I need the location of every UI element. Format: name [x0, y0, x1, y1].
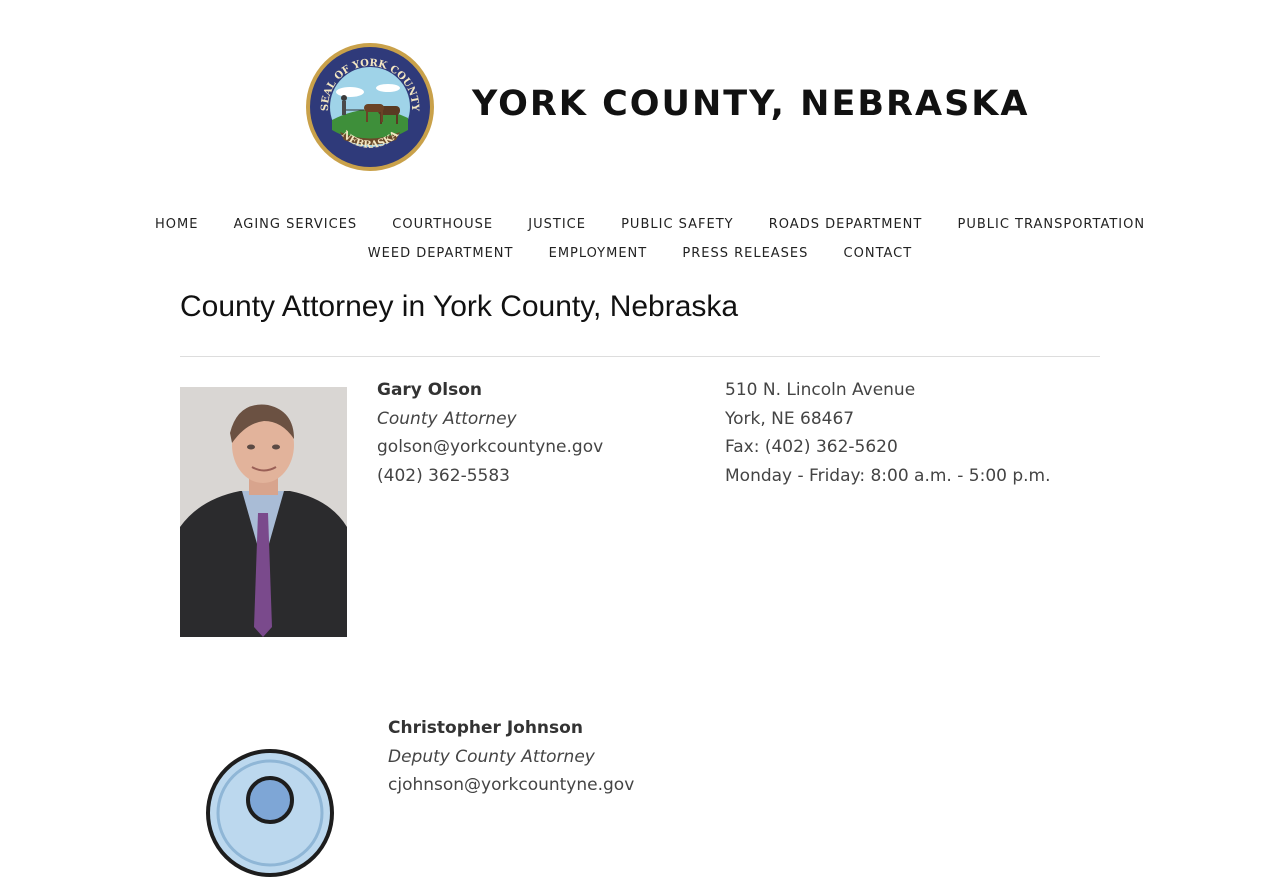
placeholder-avatar-icon — [205, 748, 335, 878]
nav-row-1: HOME AGING SERVICES COURTHOUSE JUSTICE P… — [140, 210, 1144, 239]
nav-item-aging-services[interactable]: AGING SERVICES — [234, 217, 358, 232]
county-seal-logo[interactable]: SEAL OF YORK COUNTY NEBRASKA — [300, 40, 440, 175]
nav-item-weed-department[interactable]: WEED DEPARTMENT — [368, 246, 514, 261]
contact-phone: (402) 362-5583 — [377, 465, 510, 486]
nav-item-courthouse[interactable]: COURTHOUSE — [392, 217, 493, 232]
contact-email-link[interactable]: golson@yorkcountyne.gov — [377, 437, 603, 457]
nav-row-2: WEED DEPARTMENT EMPLOYMENT PRESS RELEASE… — [140, 239, 1140, 268]
main-nav: HOME AGING SERVICES COURTHOUSE JUSTICE P… — [140, 210, 1144, 268]
gary-olson-photo — [180, 387, 347, 637]
site-header: SEAL OF YORK COUNTY NEBRASKA YORK COUNTY… — [300, 40, 1028, 180]
contact-name: Gary Olson — [377, 380, 482, 400]
nav-item-employment[interactable]: EMPLOYMENT — [549, 246, 648, 261]
contact-role: County Attorney — [377, 408, 517, 429]
nav-item-roads-department[interactable]: ROADS DEPARTMENT — [769, 217, 923, 232]
title-divider — [180, 356, 1100, 357]
nav-item-contact[interactable]: CONTACT — [844, 246, 913, 261]
nav-item-home[interactable]: HOME — [155, 217, 198, 232]
nav-item-press-releases[interactable]: PRESS RELEASES — [682, 246, 808, 261]
contact-role: Deputy County Attorney — [388, 746, 595, 767]
contact-email-link[interactable]: cjohnson@yorkcountyne.gov — [388, 775, 634, 795]
nav-item-public-transportation[interactable]: PUBLIC TRANSPORTATION — [957, 217, 1145, 232]
contact-name: Christopher Johnson — [388, 718, 583, 738]
office-address-block: 510 N. Lincoln Avenue York, NE 68467 Fax… — [725, 376, 1051, 490]
nav-item-public-safety[interactable]: PUBLIC SAFETY — [621, 217, 734, 232]
office-city: York, NE 68467 — [725, 408, 855, 429]
page-title: County Attorney in York County, Nebraska — [180, 290, 739, 323]
office-street: 510 N. Lincoln Avenue — [725, 380, 916, 400]
contact-card-christopher-johnson: Christopher Johnson Deputy County Attorn… — [388, 714, 634, 800]
contact-card-gary-olson: Gary Olson County Attorney golson@yorkco… — [377, 376, 603, 490]
nav-item-justice[interactable]: JUSTICE — [528, 217, 586, 232]
office-hours: Monday - Friday: 8:00 a.m. - 5:00 p.m. — [725, 465, 1051, 486]
site-title[interactable]: YORK COUNTY, NEBRASKA — [472, 84, 1030, 124]
office-fax: Fax: (402) 362-5620 — [725, 437, 898, 457]
